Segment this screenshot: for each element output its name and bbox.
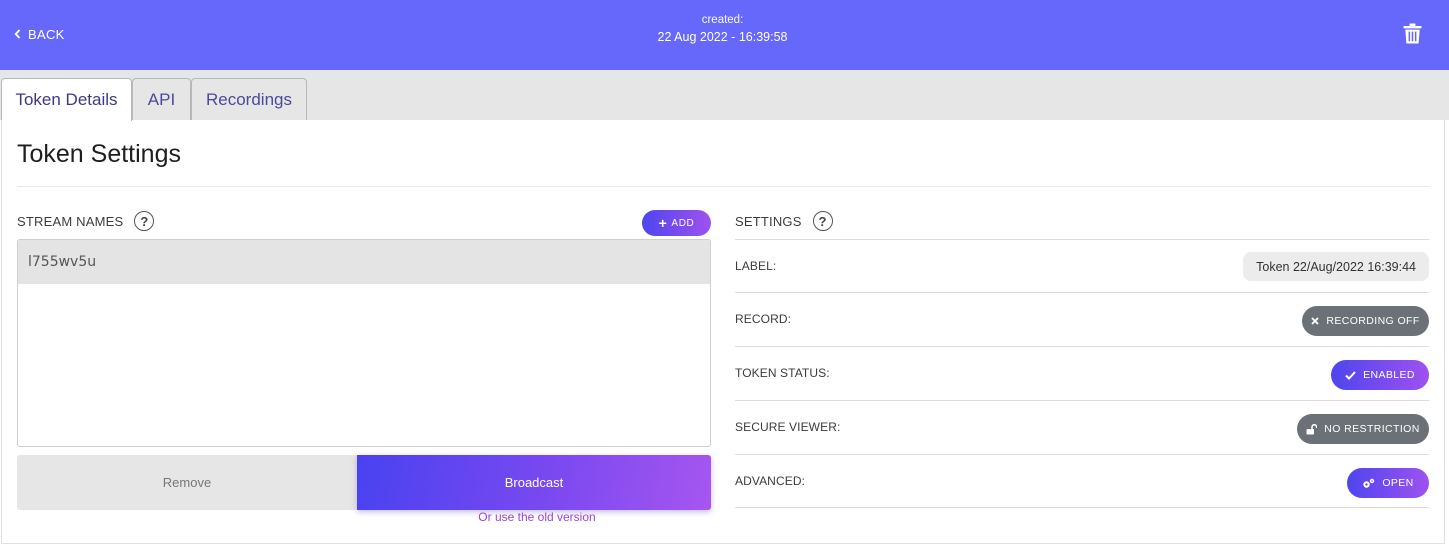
top-bar: BACK created: 22 Aug 2022 - 16:39:58	[0, 0, 1449, 70]
help-icon[interactable]: ?	[134, 211, 155, 231]
tab-token-details[interactable]: Token Details	[1, 78, 132, 121]
recording-status: RECORDING OFF	[1326, 315, 1420, 327]
old-version-link[interactable]: Or use the old version	[457, 510, 617, 524]
gears-icon	[1363, 478, 1375, 488]
tab-recordings[interactable]: Recordings	[191, 78, 307, 120]
setting-row-status: TOKEN STATUS: ENABLED	[735, 346, 1429, 400]
broadcast-button[interactable]: Broadcast	[357, 455, 711, 510]
token-status-toggle-button[interactable]: ENABLED	[1331, 360, 1429, 390]
advanced-open-button[interactable]: OPEN	[1347, 468, 1429, 498]
unlock-icon	[1306, 423, 1318, 434]
secure-viewer-value: NO RESTRICTION	[1324, 423, 1420, 435]
setting-row-secure-viewer: SECURE VIEWER: NO RESTRICTION	[735, 400, 1429, 454]
setting-row-record: RECORD: RECORDING OFF	[735, 292, 1429, 346]
tab-bar: Token Details API Recordings	[0, 70, 1449, 121]
stream-names-list: l755wv5u	[17, 239, 711, 447]
back-label: BACK	[28, 26, 65, 42]
page-title: Token Settings	[17, 140, 181, 168]
setting-row-label: LABEL: Token 22/Aug/2022 16:39:44	[735, 239, 1429, 293]
record-label: RECORD:	[735, 312, 792, 326]
back-button[interactable]: BACK	[14, 25, 65, 43]
label-value-field[interactable]: Token 22/Aug/2022 16:39:44	[1243, 252, 1429, 281]
label-field-label: LABEL:	[735, 259, 777, 273]
advanced-value: OPEN	[1382, 477, 1414, 489]
secure-viewer-label: SECURE VIEWER:	[735, 420, 841, 434]
settings-heading: SETTINGS ?	[735, 210, 833, 232]
created-info: created: 22 Aug 2022 - 16:39:58	[600, 14, 845, 44]
setting-row-advanced: ADVANCED: OPEN	[735, 454, 1429, 508]
created-timestamp: 22 Aug 2022 - 16:39:58	[657, 30, 788, 44]
settings-label: SETTINGS	[735, 213, 802, 229]
token-status-value: ENABLED	[1363, 369, 1415, 381]
list-item[interactable]: l755wv5u	[18, 240, 710, 284]
x-icon	[1311, 317, 1319, 325]
check-icon	[1345, 370, 1356, 380]
created-label: created:	[701, 14, 744, 26]
advanced-label: ADVANCED:	[735, 474, 806, 488]
title-divider	[17, 186, 1429, 187]
recording-toggle-button[interactable]: RECORDING OFF	[1302, 306, 1429, 336]
plus-icon: +	[658, 215, 668, 231]
chevron-left-icon	[14, 29, 21, 39]
help-icon[interactable]: ?	[812, 211, 833, 231]
tab-api[interactable]: API	[132, 78, 191, 120]
remove-button[interactable]: Remove	[17, 455, 357, 510]
trash-icon[interactable]	[1403, 23, 1422, 44]
token-status-label: TOKEN STATUS:	[735, 366, 830, 380]
stream-names-heading: STREAM NAMES ?	[17, 210, 155, 232]
secure-viewer-button[interactable]: NO RESTRICTION	[1297, 414, 1429, 444]
add-stream-button[interactable]: + ADD	[642, 210, 711, 236]
stream-names-label: STREAM NAMES	[17, 213, 124, 229]
add-label: ADD	[671, 217, 695, 229]
